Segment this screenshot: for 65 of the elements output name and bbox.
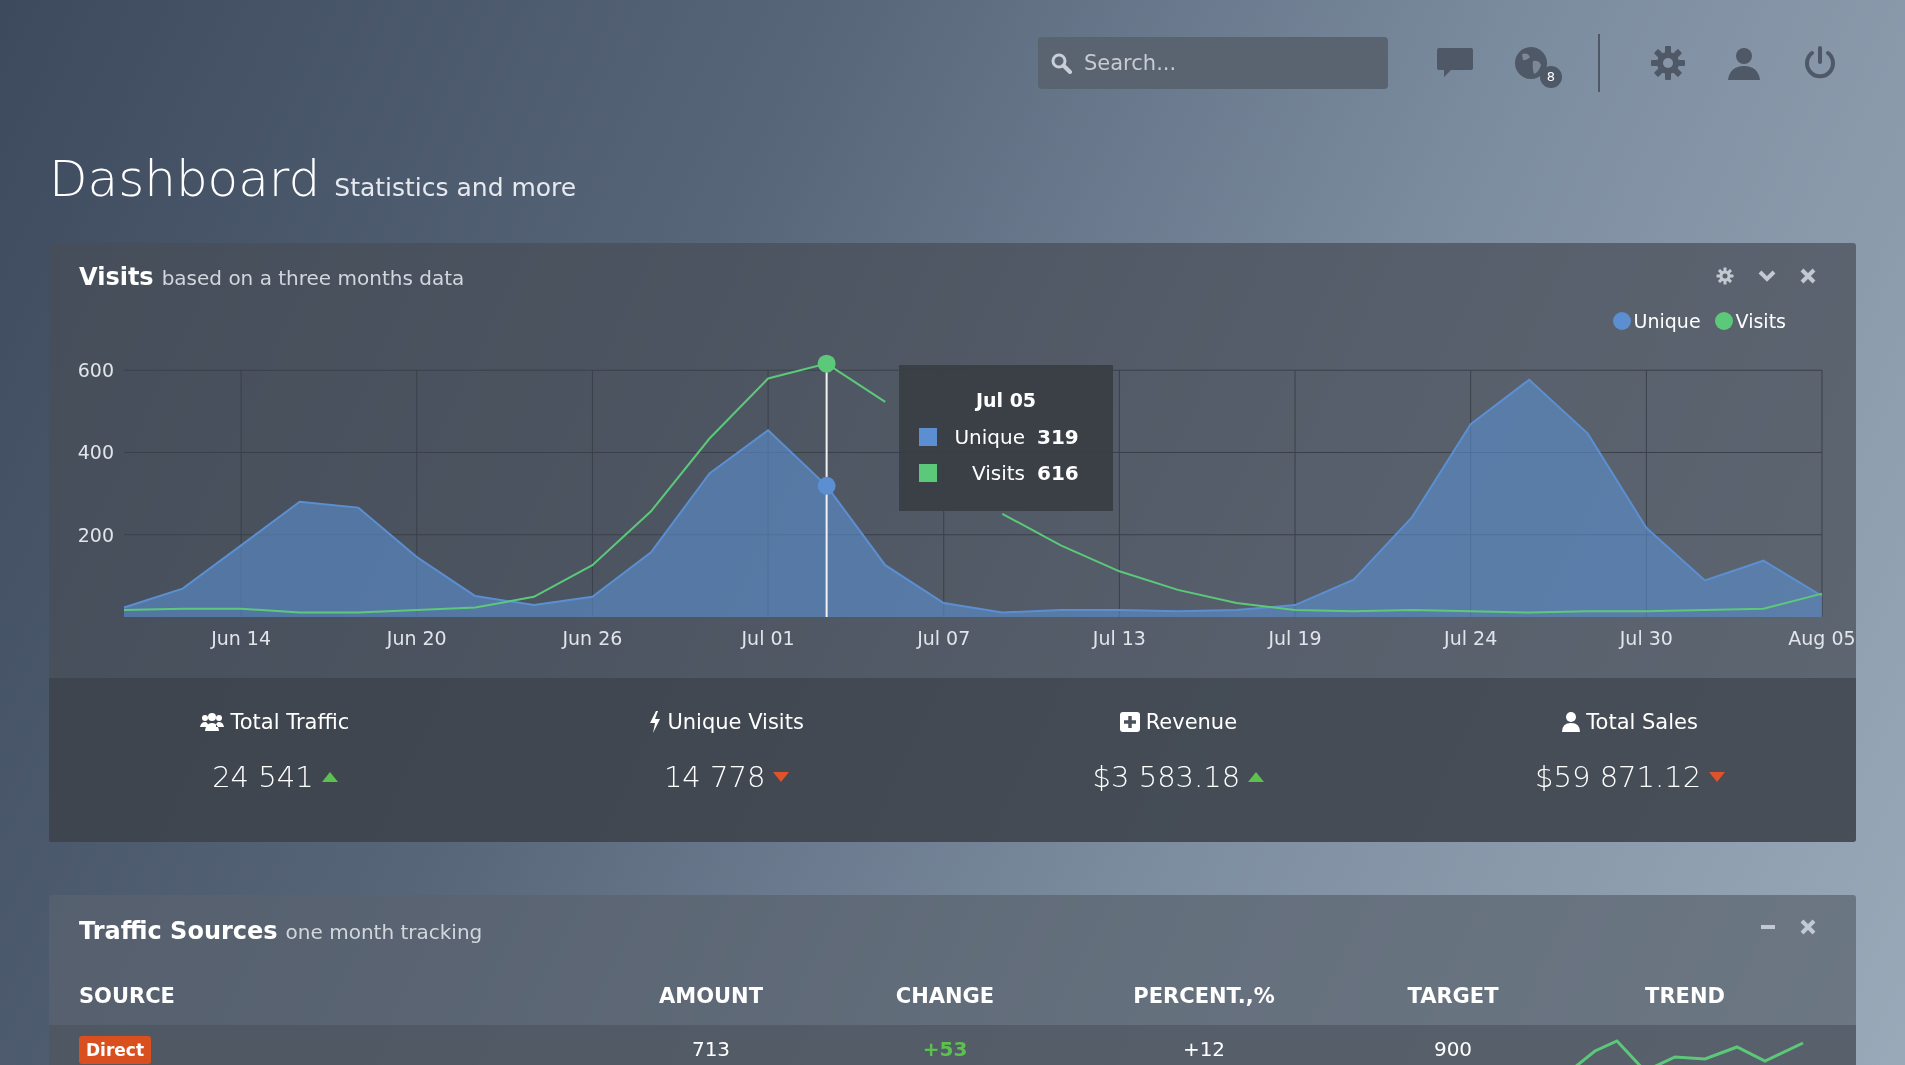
column-header: CHANGE: [895, 984, 995, 1008]
search-icon: [1050, 51, 1072, 74]
data-point: [817, 354, 836, 373]
panel-subtitle: based on a three months data: [161, 266, 465, 290]
table-cell: +12: [1182, 1037, 1226, 1061]
table-cell: +53: [922, 1037, 968, 1061]
source-tag: Direct: [79, 1036, 152, 1064]
axis-label: Jul 13: [1092, 627, 1146, 649]
stat-label: Total Traffic: [230, 710, 350, 734]
user-icon: [1562, 712, 1581, 732]
page-subtitle: Statistics and more: [334, 173, 577, 202]
close-icon[interactable]: [1800, 919, 1816, 935]
tooltip-value: 616: [1037, 461, 1079, 485]
axis-label: 400: [77, 441, 114, 464]
axis-label: Jul 01: [741, 627, 795, 649]
tooltip-label: Unique: [953, 425, 1025, 449]
column-header: TREND: [1645, 984, 1725, 1008]
table-cell: 900: [1433, 1037, 1473, 1061]
column-header: TARGET: [1407, 984, 1499, 1008]
axis-label: 600: [77, 359, 114, 382]
axis-label: Jul 24: [1444, 627, 1498, 649]
settings-icon[interactable]: [1716, 267, 1734, 285]
panel-subtitle: one month tracking: [285, 920, 483, 944]
users-icon: [200, 712, 225, 732]
column-header: AMOUNT: [659, 984, 763, 1008]
column-header: PERCENT.,%: [1133, 984, 1275, 1008]
panel-title: Traffic Sources: [79, 917, 278, 945]
close-icon[interactable]: [1800, 268, 1816, 284]
tooltip-value: 319: [1037, 425, 1079, 449]
globe-icon[interactable]: [1514, 45, 1548, 80]
chevron-down-icon[interactable]: [1758, 269, 1776, 283]
power-icon[interactable]: [1802, 44, 1838, 81]
axis-label: Aug 05: [1788, 627, 1856, 649]
stat-label: Unique Visits: [667, 710, 804, 734]
stat-label: Total Sales: [1586, 710, 1698, 734]
settings-icon[interactable]: [1650, 44, 1686, 81]
stat-label: Revenue: [1145, 710, 1238, 734]
axis-label: Jun 14: [211, 627, 272, 649]
search-input[interactable]: Search...: [1082, 49, 1376, 76]
stat-value: 14 778: [663, 760, 766, 794]
stat-value: $59 871.12: [1535, 760, 1702, 794]
axis-label: Jun 20: [386, 627, 447, 649]
search-field[interactable]: Search...: [1038, 36, 1388, 89]
stat-value: 24 541: [212, 760, 314, 794]
data-point: [817, 476, 836, 495]
axis-label: Jul 07: [917, 627, 971, 649]
axis-label: Jul 30: [1619, 627, 1673, 649]
plus-square-icon: [1119, 712, 1140, 732]
axis-label: 200: [77, 523, 114, 546]
panel-title: Visits: [79, 263, 154, 291]
table-cell: 713: [691, 1037, 731, 1061]
tooltip-swatch: [919, 428, 937, 446]
tooltip-title: Jul 05: [974, 389, 1038, 411]
axis-label: Jul 19: [1268, 627, 1322, 649]
tooltip-swatch: [919, 464, 937, 482]
chat-icon[interactable]: [1436, 45, 1474, 80]
column-header: SOURCE: [79, 984, 175, 1008]
legend-label: Visits: [1735, 310, 1786, 332]
page-title: Dashboard: [49, 150, 321, 208]
tooltip-label: Visits: [970, 461, 1025, 485]
stat-value: $3 583.18: [1092, 760, 1241, 794]
lightning-icon: [649, 711, 662, 733]
axis-label: Jun 26: [562, 627, 623, 649]
legend-label: Unique: [1633, 310, 1701, 332]
notification-badge: 8: [1540, 65, 1562, 88]
